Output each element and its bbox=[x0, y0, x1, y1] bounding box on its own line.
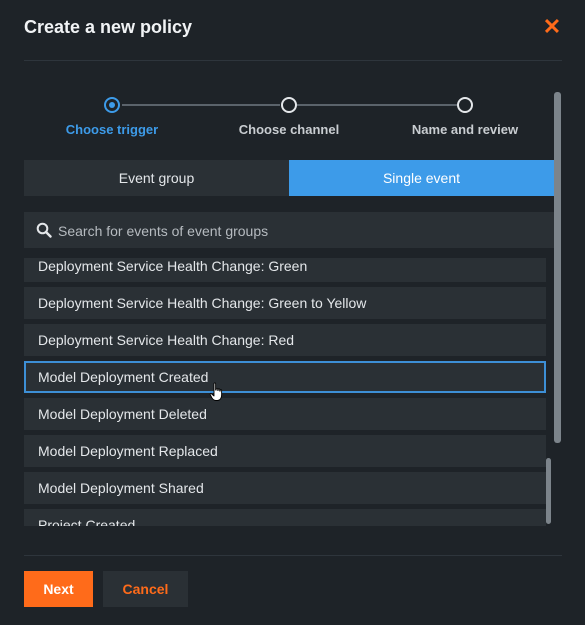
event-list: Deployment Service Health Change: Green … bbox=[24, 258, 546, 526]
step-connector bbox=[297, 104, 457, 106]
event-item-model-deployment-shared[interactable]: Model Deployment Shared bbox=[24, 472, 546, 504]
create-policy-dialog: Create a new policy ✕ Choose trigger Cho… bbox=[0, 0, 585, 625]
step-label-choose-channel: Choose channel bbox=[238, 122, 340, 137]
dialog-scrollbar[interactable] bbox=[554, 92, 561, 443]
search-input[interactable] bbox=[56, 212, 550, 250]
step-connector bbox=[122, 104, 280, 106]
event-item-project-created[interactable]: Project Created bbox=[24, 509, 546, 526]
close-icon[interactable]: ✕ bbox=[541, 15, 563, 39]
step-label-name-and-review: Name and review bbox=[411, 122, 519, 137]
footer-divider bbox=[24, 555, 562, 556]
step-indicator-choose-channel bbox=[281, 97, 297, 113]
event-item-health-red[interactable]: Deployment Service Health Change: Red bbox=[24, 324, 546, 356]
dialog-title: Create a new policy bbox=[24, 17, 193, 37]
event-item-health-green[interactable]: Deployment Service Health Change: Green bbox=[24, 258, 546, 282]
hand-pointer-icon bbox=[209, 382, 223, 401]
search-box bbox=[24, 212, 554, 250]
tab-single-event[interactable]: Single event bbox=[289, 160, 554, 196]
event-item-model-deployment-replaced[interactable]: Model Deployment Replaced bbox=[24, 435, 546, 467]
event-item-health-green-to-yellow[interactable]: Deployment Service Health Change: Green … bbox=[24, 287, 546, 319]
cancel-button[interactable]: Cancel bbox=[103, 571, 188, 607]
event-item-model-deployment-created[interactable]: Model Deployment Created bbox=[24, 361, 546, 393]
event-item-model-deployment-deleted[interactable]: Model Deployment Deleted bbox=[24, 398, 546, 430]
stepper: Choose trigger Choose channel Name and r… bbox=[0, 93, 585, 143]
header-divider bbox=[24, 60, 562, 61]
step-indicator-name-and-review bbox=[457, 97, 473, 113]
step-indicator-choose-trigger bbox=[104, 97, 120, 113]
event-list-scrollbar[interactable] bbox=[546, 458, 551, 524]
tab-event-group[interactable]: Event group bbox=[24, 160, 289, 196]
next-button[interactable]: Next bbox=[24, 571, 93, 607]
step-label-choose-trigger: Choose trigger bbox=[65, 122, 159, 137]
trigger-type-toggle: Event group Single event bbox=[24, 160, 554, 196]
search-icon bbox=[36, 222, 52, 238]
